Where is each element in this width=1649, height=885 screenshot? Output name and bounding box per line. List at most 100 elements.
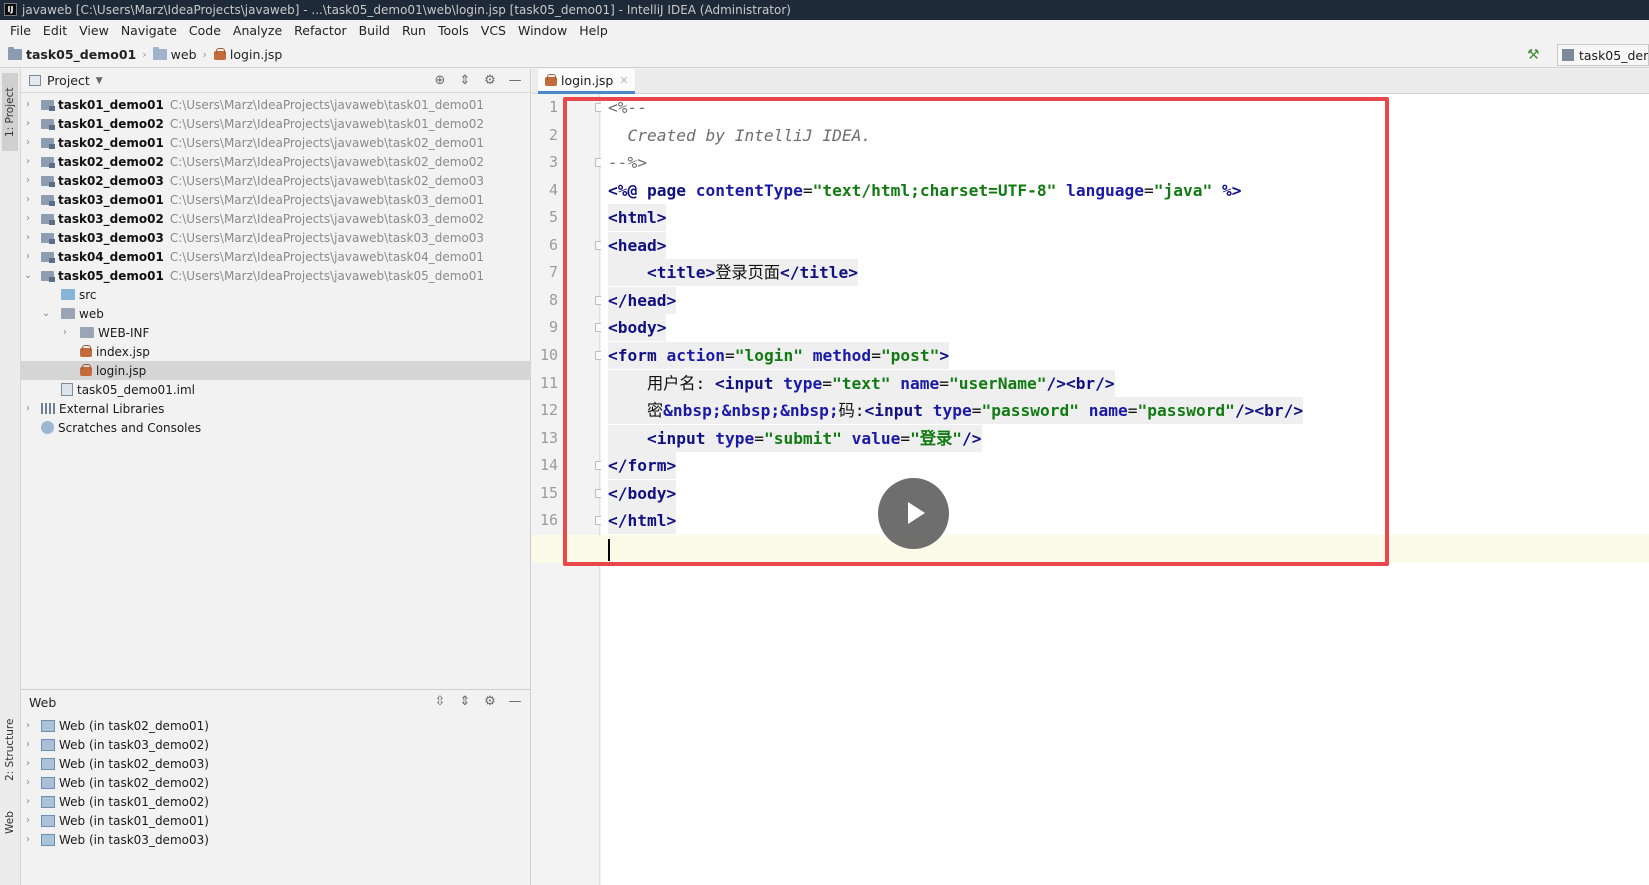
tree-module-row[interactable]: › task04_demo01 C:\Users\Marz\IdeaProjec… xyxy=(21,247,531,266)
gear-icon[interactable]: ⚙ xyxy=(481,693,499,711)
tree-module-row[interactable]: › task02_demo01 C:\Users\Marz\IdeaProjec… xyxy=(21,133,531,152)
chevron-down-icon[interactable]: ⌄ xyxy=(21,270,35,281)
web-panel-header: Web ⇳ ⇕ ⚙ — xyxy=(21,690,530,714)
tree-module-row[interactable]: › task01_demo01 C:\Users\Marz\IdeaProjec… xyxy=(21,95,531,114)
close-icon[interactable]: ✕ xyxy=(619,74,628,87)
chevron-right-icon[interactable]: › xyxy=(58,327,72,338)
breadcrumb-folder[interactable]: web xyxy=(171,47,197,62)
tree-module-row-expanded[interactable]: ⌄ task05_demo01 C:\Users\Marz\IdeaProjec… xyxy=(21,266,531,285)
module-path: C:\Users\Marz\IdeaProjects\javaweb\task0… xyxy=(169,249,485,264)
breadcrumb-module[interactable]: task05_demo01 xyxy=(26,47,136,62)
chevron-right-icon[interactable]: › xyxy=(21,251,35,262)
tree-item-web[interactable]: ⌄ web xyxy=(21,304,531,323)
tree-item-label: task05_demo01.iml xyxy=(77,382,196,397)
web-tree-row[interactable]: › Web (in task02_demo01) xyxy=(21,716,531,735)
web-tree-row[interactable]: › Web (in task02_demo03) xyxy=(21,754,531,773)
collapse-icon[interactable]: ⇕ xyxy=(456,693,474,711)
chevron-right-icon[interactable]: › xyxy=(21,156,35,167)
code-editor[interactable]: <%-- Created by IntelliJ IDEA. --%> <%@ … xyxy=(532,94,1649,885)
tree-item-scratches[interactable]: Scratches and Consoles xyxy=(21,418,531,437)
chevron-right-icon[interactable]: › xyxy=(21,232,35,243)
menu-file[interactable]: File xyxy=(4,20,37,42)
tree-item-src[interactable]: src xyxy=(21,285,531,304)
tree-item-login-jsp[interactable]: login.jsp xyxy=(21,361,531,380)
chevron-right-icon[interactable]: › xyxy=(21,777,35,788)
chevron-right-icon[interactable]: › xyxy=(21,194,35,205)
folder-icon xyxy=(152,47,167,60)
menu-analyze[interactable]: Analyze xyxy=(227,20,288,42)
menu-vcs[interactable]: VCS xyxy=(475,20,512,42)
line-number: 11 xyxy=(539,374,558,392)
window-title-bar: IJ javaweb [C:\Users\Marz\IdeaProjects\j… xyxy=(0,0,1649,20)
menu-navigate[interactable]: Navigate xyxy=(115,20,183,42)
menu-help[interactable]: Help xyxy=(573,20,614,42)
web-tree-row[interactable]: › Web (in task03_demo03) xyxy=(21,830,531,849)
project-tool-tab[interactable]: 1: Project xyxy=(2,73,18,151)
tree-item-web-inf[interactable]: › WEB-INF xyxy=(21,323,531,342)
folder-icon xyxy=(80,327,94,338)
video-play-button[interactable] xyxy=(878,478,949,549)
expand-all-icon[interactable]: ⇳ xyxy=(431,693,449,711)
jsp-file-icon xyxy=(544,73,557,87)
minimize-icon[interactable]: — xyxy=(506,693,524,711)
locate-icon[interactable]: ⊕ xyxy=(431,72,449,90)
web-tree-row[interactable]: › Web (in task01_demo01) xyxy=(21,811,531,830)
web-tree-row[interactable]: › Web (in task03_demo02) xyxy=(21,735,531,754)
web-facet-icon xyxy=(41,757,55,770)
chevron-right-icon[interactable]: › xyxy=(21,137,35,148)
jsp-file-icon xyxy=(79,364,92,377)
gear-icon[interactable]: ⚙ xyxy=(481,72,499,90)
module-icon xyxy=(41,175,55,187)
chevron-right-icon[interactable]: › xyxy=(21,739,35,750)
hammer-icon[interactable]: ⚒ xyxy=(1527,47,1543,63)
tree-item-label: src xyxy=(79,287,97,302)
chevron-right-icon[interactable]: › xyxy=(21,834,35,845)
menu-refactor[interactable]: Refactor xyxy=(288,20,352,42)
chevron-right-icon[interactable]: › xyxy=(21,815,35,826)
window-title: javaweb [C:\Users\Marz\IdeaProjects\java… xyxy=(22,3,791,17)
chevron-down-icon[interactable]: ⌄ xyxy=(39,308,53,319)
web-tool-tab[interactable]: Web xyxy=(2,803,18,843)
tree-module-row[interactable]: › task03_demo02 C:\Users\Marz\IdeaProjec… xyxy=(21,209,531,228)
tree-module-row[interactable]: › task02_demo02 C:\Users\Marz\IdeaProjec… xyxy=(21,152,531,171)
menu-edit[interactable]: Edit xyxy=(37,20,73,42)
chevron-right-icon[interactable]: › xyxy=(21,720,35,731)
project-panel-title[interactable]: Project xyxy=(47,73,90,88)
run-configuration-selector[interactable]: task05_demo01 xyxy=(1557,44,1649,66)
menu-window[interactable]: Window xyxy=(512,20,573,42)
tree-item-index-jsp[interactable]: index.jsp xyxy=(21,342,531,361)
menu-run[interactable]: Run xyxy=(396,20,432,42)
chevron-down-icon[interactable]: ▼ xyxy=(96,76,103,86)
chevron-right-icon[interactable]: › xyxy=(21,403,35,414)
tab-login-jsp[interactable]: login.jsp ✕ xyxy=(538,69,635,94)
menu-view[interactable]: View xyxy=(73,20,115,42)
module-name: task05_demo01 xyxy=(58,268,164,283)
menu-tools[interactable]: Tools xyxy=(432,20,475,42)
tree-module-row[interactable]: › task02_demo03 C:\Users\Marz\IdeaProjec… xyxy=(21,171,531,190)
chevron-right-icon[interactable]: › xyxy=(21,796,35,807)
editor-gutter: 1 2 3 4 5 6 7 8 9 10 11 12 13 14 15 16 1… xyxy=(532,94,604,885)
structure-tool-tab[interactable]: 2: Structure xyxy=(2,709,18,791)
chevron-right-icon[interactable]: › xyxy=(21,175,35,186)
web-item-label: Web (in task01_demo01) xyxy=(59,813,209,828)
tree-item-iml[interactable]: task05_demo01.iml xyxy=(21,380,531,399)
chevron-right-icon[interactable]: › xyxy=(21,213,35,224)
chevron-right-icon[interactable]: › xyxy=(21,118,35,129)
tree-item-external-libraries[interactable]: › External Libraries xyxy=(21,399,531,418)
minimize-icon[interactable]: — xyxy=(506,72,524,90)
menu-code[interactable]: Code xyxy=(183,20,227,42)
chevron-right-icon[interactable]: › xyxy=(21,758,35,769)
menu-build[interactable]: Build xyxy=(353,20,396,42)
breadcrumb-file[interactable]: login.jsp xyxy=(230,47,282,62)
web-tree-row[interactable]: › Web (in task02_demo02) xyxy=(21,773,531,792)
tree-module-row[interactable]: › task03_demo01 C:\Users\Marz\IdeaProjec… xyxy=(21,190,531,209)
chevron-right-icon[interactable]: › xyxy=(21,99,35,110)
tree-module-row[interactable]: › task01_demo02 C:\Users\Marz\IdeaProjec… xyxy=(21,114,531,133)
tree-module-row[interactable]: › task03_demo03 C:\Users\Marz\IdeaProjec… xyxy=(21,228,531,247)
line-number: 15 xyxy=(539,484,558,502)
code-line: <body> xyxy=(608,314,667,341)
module-path: C:\Users\Marz\IdeaProjects\javaweb\task0… xyxy=(169,173,485,188)
line-number: 5 xyxy=(548,208,558,226)
web-tree-row[interactable]: › Web (in task01_demo02) xyxy=(21,792,531,811)
collapse-icon[interactable]: ⇕ xyxy=(456,72,474,90)
